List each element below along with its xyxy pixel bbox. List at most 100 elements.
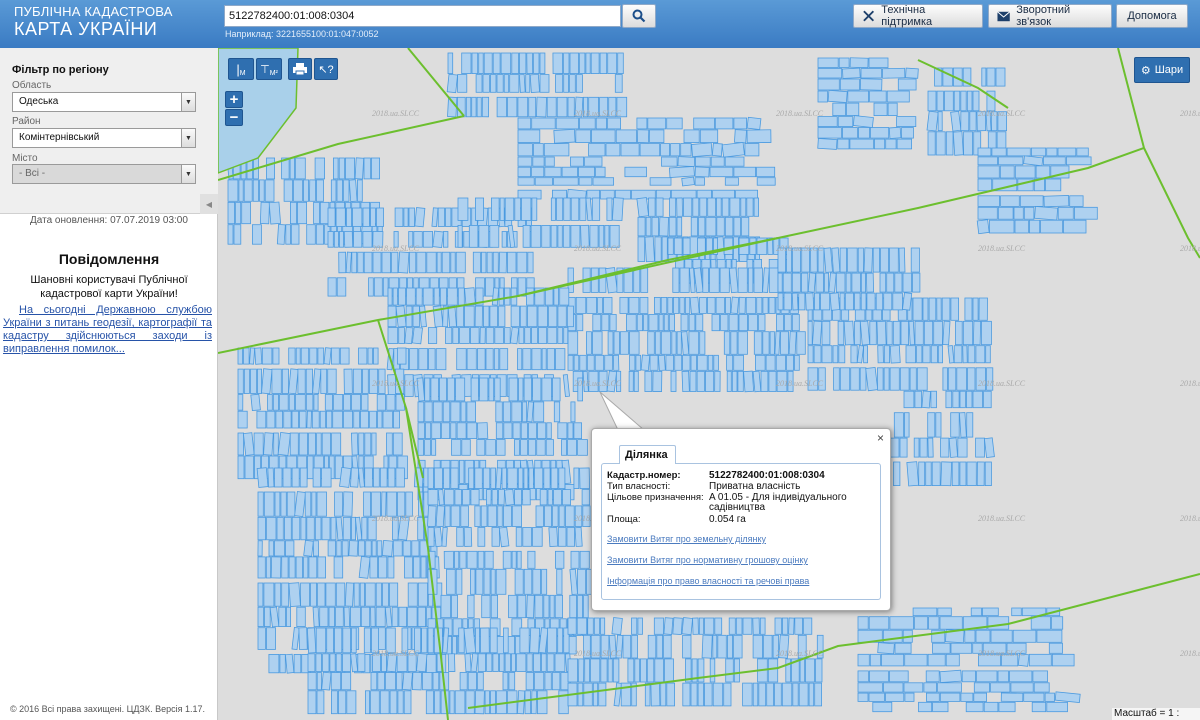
land-parcel[interactable]: [458, 627, 465, 654]
land-parcel[interactable]: [547, 627, 558, 654]
land-parcel[interactable]: [495, 401, 503, 423]
land-parcel[interactable]: [365, 540, 372, 557]
land-parcel[interactable]: [649, 129, 665, 144]
land-parcel[interactable]: [449, 690, 455, 715]
land-parcel[interactable]: [976, 670, 998, 683]
land-parcel[interactable]: [375, 582, 382, 607]
land-parcel[interactable]: [554, 653, 566, 672]
land-parcel[interactable]: [427, 627, 434, 654]
land-parcel[interactable]: [482, 305, 490, 328]
land-parcel[interactable]: [519, 627, 530, 654]
land-parcel[interactable]: [276, 224, 286, 245]
land-parcel[interactable]: [1029, 219, 1041, 234]
land-parcel[interactable]: [528, 439, 537, 456]
land-parcel[interactable]: [363, 491, 372, 517]
land-parcel[interactable]: [299, 467, 308, 488]
land-parcel[interactable]: [320, 368, 328, 394]
land-parcel[interactable]: [791, 272, 801, 293]
land-parcel[interactable]: [386, 491, 397, 517]
land-parcel[interactable]: [1043, 194, 1070, 208]
land-parcel[interactable]: [576, 617, 588, 635]
land-parcel[interactable]: [744, 143, 760, 157]
land-parcel[interactable]: [525, 74, 531, 93]
land-parcel[interactable]: [398, 327, 405, 344]
land-parcel[interactable]: [647, 634, 657, 659]
land-parcel[interactable]: [417, 439, 424, 456]
land-parcel[interactable]: [238, 179, 244, 202]
land-parcel[interactable]: [541, 348, 547, 371]
land-parcel[interactable]: [515, 527, 523, 547]
land-parcel[interactable]: [714, 117, 734, 130]
land-parcel[interactable]: [774, 331, 781, 355]
land-parcel[interactable]: [398, 606, 407, 628]
land-parcel[interactable]: [763, 634, 773, 659]
land-parcel[interactable]: [407, 582, 418, 607]
land-parcel[interactable]: [877, 345, 884, 364]
land-parcel[interactable]: [447, 377, 456, 402]
land-parcel[interactable]: [619, 296, 629, 314]
land-parcel[interactable]: [1000, 692, 1024, 702]
land-parcel[interactable]: [360, 606, 371, 628]
land-parcel[interactable]: [533, 52, 540, 75]
land-parcel[interactable]: [382, 410, 393, 429]
land-parcel[interactable]: [263, 582, 275, 607]
land-parcel[interactable]: [553, 287, 559, 306]
land-parcel[interactable]: [474, 690, 485, 715]
land-parcel[interactable]: [461, 52, 472, 75]
land-parcel[interactable]: [470, 653, 479, 673]
land-parcel[interactable]: [517, 143, 533, 157]
land-parcel[interactable]: [975, 345, 986, 364]
land-parcel[interactable]: [363, 627, 371, 654]
land-parcel[interactable]: [408, 207, 415, 227]
land-parcel[interactable]: [288, 347, 296, 365]
land-parcel[interactable]: [935, 131, 946, 156]
land-parcel[interactable]: [286, 491, 296, 517]
land-parcel[interactable]: [286, 606, 291, 628]
land-parcel[interactable]: [631, 634, 638, 659]
land-parcel[interactable]: [590, 52, 600, 75]
land-parcel[interactable]: [671, 331, 677, 355]
land-parcel[interactable]: [412, 305, 420, 328]
land-parcel[interactable]: [457, 224, 463, 248]
land-parcel[interactable]: [768, 267, 779, 293]
land-parcel[interactable]: [403, 207, 409, 227]
land-parcel[interactable]: [486, 251, 493, 274]
land-parcel[interactable]: [820, 292, 831, 311]
land-parcel[interactable]: [504, 488, 515, 506]
land-parcel[interactable]: [607, 52, 618, 75]
land-parcel[interactable]: [569, 74, 576, 93]
land-parcel[interactable]: [937, 345, 943, 364]
land-parcel[interactable]: [552, 377, 561, 402]
land-parcel[interactable]: [903, 390, 915, 409]
land-parcel[interactable]: [531, 166, 545, 178]
land-parcel[interactable]: [517, 117, 532, 130]
land-parcel[interactable]: [712, 634, 718, 659]
land-parcel[interactable]: [963, 131, 973, 156]
land-parcel[interactable]: [639, 143, 661, 157]
land-parcel[interactable]: [740, 197, 747, 217]
land-parcel[interactable]: [807, 345, 814, 364]
land-parcel[interactable]: [381, 251, 392, 274]
land-parcel[interactable]: [460, 401, 467, 423]
land-parcel[interactable]: [357, 251, 364, 274]
land-parcel[interactable]: [978, 297, 988, 321]
land-parcel[interactable]: [451, 439, 462, 456]
land-parcel[interactable]: [291, 516, 301, 541]
land-parcel[interactable]: [484, 277, 495, 297]
land-parcel[interactable]: [514, 568, 524, 595]
land-parcel[interactable]: [305, 368, 313, 394]
land-parcel[interactable]: [414, 207, 426, 228]
land-parcel[interactable]: [282, 467, 292, 488]
land-parcel[interactable]: [533, 401, 545, 423]
land-parcel[interactable]: [319, 606, 329, 628]
land-parcel[interactable]: [1040, 219, 1063, 234]
land-parcel[interactable]: [462, 489, 471, 506]
land-parcel[interactable]: [689, 370, 697, 392]
land-parcel[interactable]: [724, 156, 745, 167]
land-parcel[interactable]: [317, 556, 327, 579]
land-parcel[interactable]: [999, 165, 1015, 179]
land-parcel[interactable]: [546, 422, 552, 439]
land-parcel[interactable]: [726, 634, 733, 659]
land-parcel[interactable]: [259, 179, 265, 202]
land-parcel[interactable]: [869, 320, 877, 346]
